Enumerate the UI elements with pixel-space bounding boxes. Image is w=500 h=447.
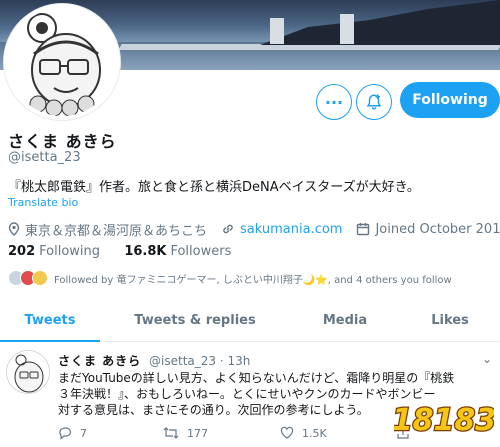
- more-options-label: ···: [324, 92, 344, 112]
- notifications-button[interactable]: [356, 84, 392, 120]
- profile-meta: 東京＆京都＆湯河原＆あちこち sakumania.com Joined Octo…: [8, 218, 500, 240]
- svg-text:18183: 18183: [394, 403, 494, 438]
- following-count: 202: [8, 244, 36, 259]
- reply-count: 7: [80, 426, 87, 440]
- following-button[interactable]: Following: [400, 82, 500, 118]
- calendar-icon: [357, 223, 370, 236]
- profile-joined: Joined October 2010: [375, 221, 500, 237]
- profile-location: 東京＆京都＆湯河原＆あちこち: [25, 223, 208, 239]
- following-count-link[interactable]: 202 Following: [8, 244, 100, 259]
- banner-hill: [260, 0, 500, 45]
- profile-name: さくま あきら: [8, 132, 117, 151]
- tweet-header: さくま あきら @isetta_23 · 13h: [58, 352, 250, 369]
- tab-media[interactable]: Media: [290, 300, 400, 341]
- tab-likes[interactable]: Likes: [400, 300, 500, 341]
- followed-by-text: Followed by 竜ファミニコゲーマー, しぶとい中川翔子🌙⭐, and …: [54, 274, 452, 286]
- tweet-actions: 7 177 1.5K: [58, 426, 438, 444]
- like-button[interactable]: 1.5K: [280, 426, 327, 440]
- reply-button[interactable]: 7: [58, 426, 87, 440]
- follow-counts: 202 Following 16.8K Followers: [8, 244, 231, 259]
- followers-label: Followers: [170, 244, 232, 259]
- like-count: 1.5K: [302, 426, 327, 440]
- retweet-button[interactable]: 177: [163, 426, 208, 440]
- tab-tweets[interactable]: Tweets: [0, 300, 100, 342]
- tweet-avatar[interactable]: [6, 350, 50, 394]
- followed-by-row[interactable]: Followed by 竜ファミニコゲーマー, しぶとい中川翔子🌙⭐, and …: [8, 268, 452, 288]
- link-icon: [223, 224, 233, 234]
- followers-count: 16.8K: [124, 244, 167, 259]
- heart-icon: [280, 426, 294, 439]
- banner-building: [270, 18, 284, 44]
- reply-icon: [59, 427, 72, 440]
- tab-tweets-and-replies[interactable]: Tweets & replies: [100, 300, 290, 341]
- chevron-down-icon[interactable]: ⌄: [482, 352, 492, 366]
- follower-avatar: [32, 270, 48, 286]
- site-watermark-logo: 18183: [394, 402, 494, 440]
- retweet-count: 177: [187, 426, 208, 440]
- tweet-avatar-illustration: [7, 351, 49, 393]
- translate-bio-link[interactable]: Translate bio: [8, 196, 78, 209]
- bell-plus-icon: [366, 94, 382, 110]
- following-label: Following: [39, 244, 101, 259]
- banner-building: [340, 14, 354, 44]
- profile-tabs: Tweets Tweets & replies Media Likes: [0, 300, 500, 342]
- tweet-line: まだYouTubeの詳しい見方、よく知らないんだけど、霜降り明星の『桃鉄: [58, 371, 455, 385]
- avatar-illustration: [8, 8, 116, 116]
- profile-bio: 『桃太郎電鉄』作者。旅と食と孫と横浜DeNAベイスターズが大好き。: [8, 180, 420, 195]
- more-options-button[interactable]: ···: [316, 84, 352, 120]
- profile-website-link[interactable]: sakumania.com: [240, 222, 342, 237]
- tweet-author-name[interactable]: さくま あきら: [58, 354, 141, 368]
- location-pin-icon: [8, 222, 20, 236]
- retweet-icon: [163, 427, 179, 439]
- profile-handle: @isetta_23: [8, 150, 81, 165]
- tweet-author-meta: @isetta_23 · 13h: [149, 354, 251, 368]
- followers-count-link[interactable]: 16.8K Followers: [124, 244, 231, 259]
- profile-avatar[interactable]: [4, 4, 120, 120]
